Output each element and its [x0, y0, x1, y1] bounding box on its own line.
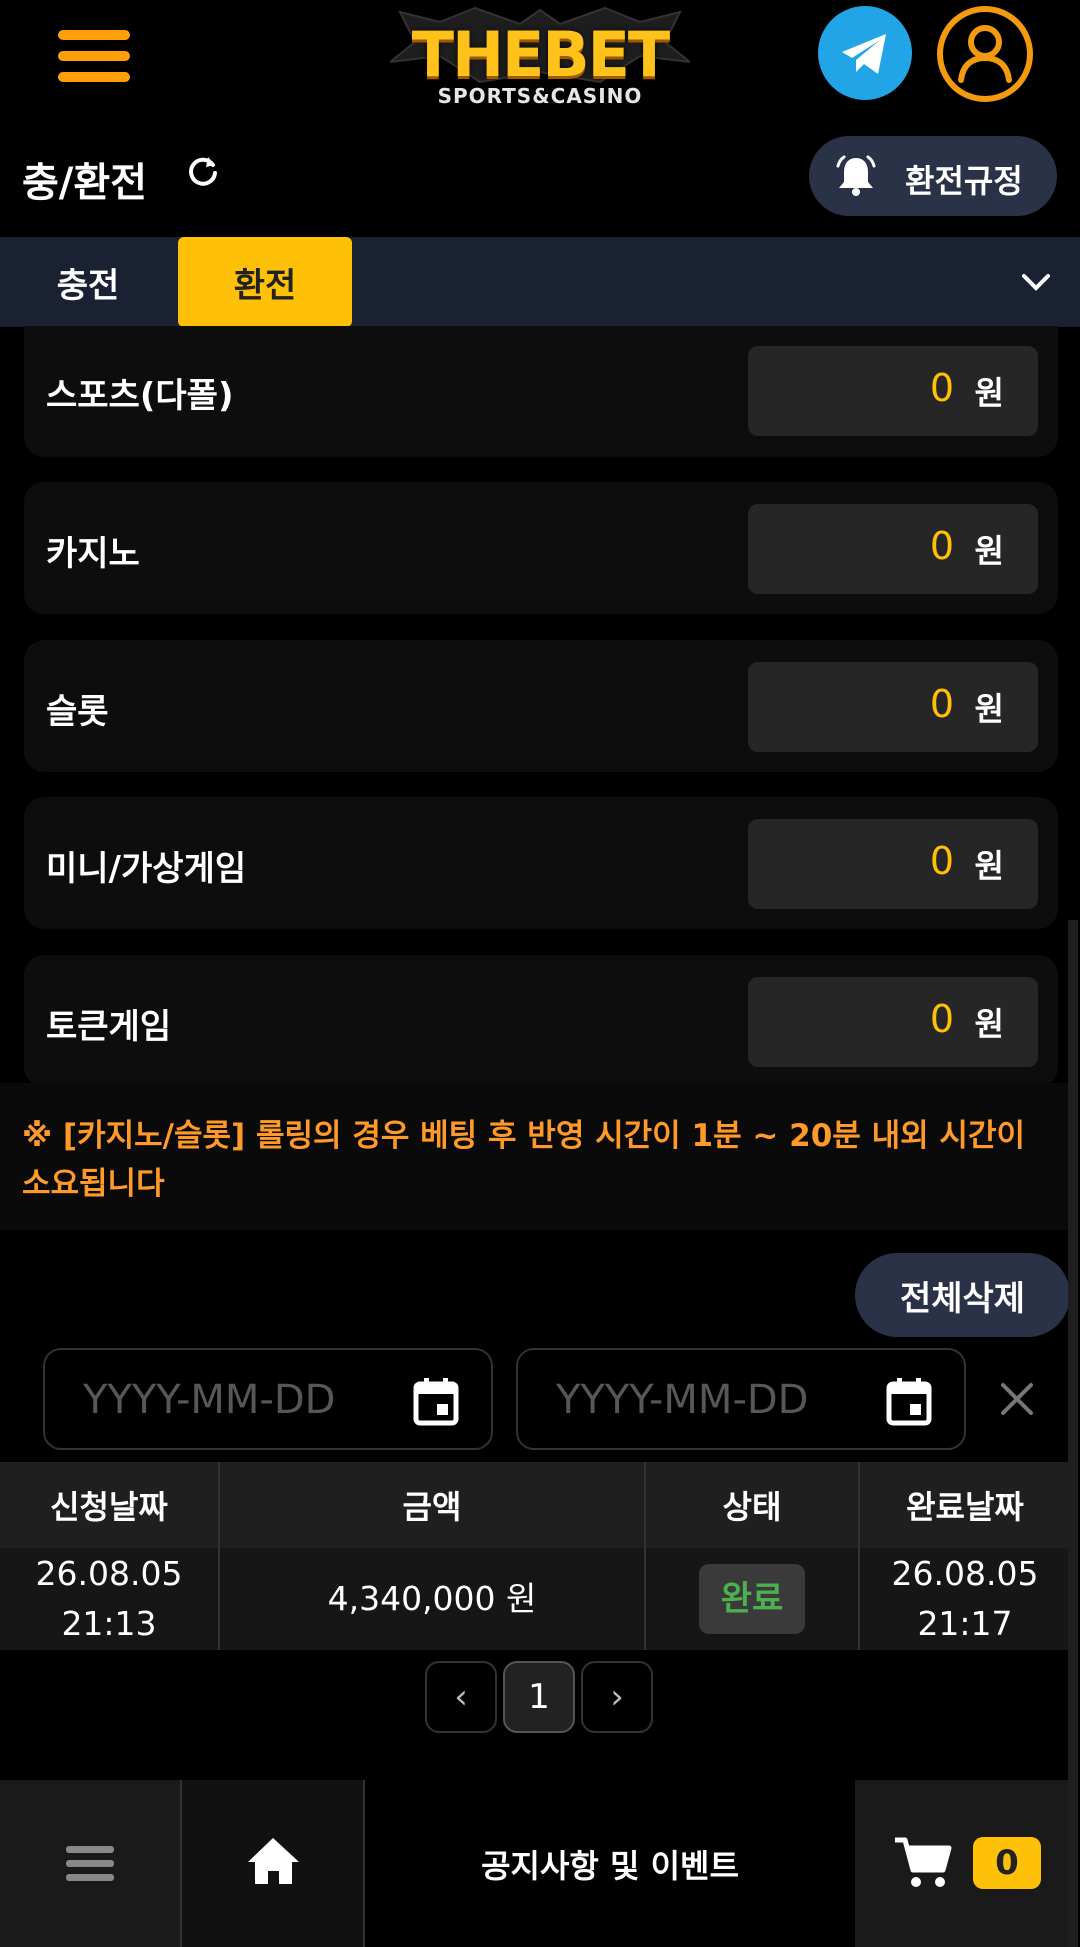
end-date-input[interactable]: [556, 1372, 856, 1428]
balance-row-label: 카지노: [46, 534, 140, 574]
tab-bar: 충전 환전: [0, 237, 1080, 327]
delete-all-button[interactable]: 전체삭제: [855, 1253, 1070, 1337]
hamburger-menu-icon[interactable]: [58, 30, 130, 82]
balance-amount-field: 0 원: [748, 977, 1038, 1067]
currency-unit: 원: [974, 374, 1004, 412]
currency-unit: 원: [974, 847, 1004, 885]
withdraw-rules-label: 환전규정: [905, 162, 1023, 200]
balance-value: 0: [929, 524, 954, 568]
balance-amount-field: 0 원: [748, 662, 1038, 752]
prev-page-button[interactable]: ‹: [425, 1661, 497, 1733]
chevron-down-icon[interactable]: [1018, 267, 1054, 297]
balance-value: 0: [929, 839, 954, 883]
balance-row-mini-game: 미니/가상게임 0 원: [24, 797, 1058, 929]
header: THEBET SPORTS&CASINO: [0, 0, 1080, 110]
balance-row-slot: 슬롯 0 원: [24, 640, 1058, 772]
currency-unit: 원: [974, 690, 1004, 728]
cart-count-badge: 0: [973, 1837, 1041, 1889]
tab-withdraw[interactable]: 환전: [178, 237, 352, 327]
telegram-icon: [842, 34, 886, 74]
status-cell: 완료: [646, 1548, 860, 1650]
header-request-date: 신청날짜: [0, 1462, 220, 1548]
balance-row-sports: 스포츠(다폴) 0 원: [24, 326, 1058, 457]
home-icon: [248, 1838, 299, 1884]
table-header: 신청날짜 금액 상태 완료날짜: [0, 1462, 1070, 1548]
withdraw-rules-button[interactable]: 환전규정: [809, 136, 1057, 216]
cart-icon: [895, 1837, 952, 1887]
menu-icon: [66, 1846, 114, 1881]
complete-datetime-cell: 26.08.05 21:17: [860, 1548, 1070, 1650]
currency-unit: 원: [974, 532, 1004, 570]
balance-row-label: 토큰게임: [46, 1007, 172, 1047]
balance-value: 0: [929, 366, 954, 410]
page-title: 충/환전: [22, 160, 148, 206]
calendar-icon[interactable]: [886, 1376, 932, 1426]
balance-amount-field: 0 원: [748, 346, 1038, 436]
request-date: 26.08.05: [35, 1554, 183, 1593]
scrollbar[interactable]: [1068, 920, 1078, 1947]
end-date-field[interactable]: [516, 1348, 966, 1450]
user-account-button[interactable]: [937, 6, 1033, 102]
status-badge: 완료: [698, 1564, 806, 1634]
header-amount: 금액: [220, 1462, 646, 1548]
balance-amount-field: 0 원: [748, 819, 1038, 909]
bet-cart-button[interactable]: 0: [855, 1780, 1068, 1947]
logo-subtitle: SPORTS&CASINO: [437, 84, 643, 108]
home-button[interactable]: [182, 1780, 365, 1947]
balance-row-label: 미니/가상게임: [46, 849, 247, 889]
rolling-notice: ※ [카지노/슬롯] 롤링의 경우 베팅 후 반영 시간이 1분 ~ 20분 내…: [22, 1118, 1025, 1202]
logo[interactable]: THEBET SPORTS&CASINO: [390, 2, 690, 110]
telegram-button[interactable]: [818, 6, 912, 100]
calendar-icon[interactable]: [413, 1376, 459, 1426]
currency-unit: 원: [974, 1005, 1004, 1043]
clear-date-icon[interactable]: [998, 1380, 1036, 1418]
start-date-field[interactable]: [43, 1348, 493, 1450]
bottom-menu-button[interactable]: [0, 1780, 182, 1947]
balance-row-casino: 카지노 0 원: [24, 482, 1058, 614]
request-time: 21:13: [61, 1604, 157, 1643]
refresh-icon[interactable]: [186, 153, 220, 187]
tab-deposit[interactable]: 충전: [0, 237, 176, 327]
bell-icon: [836, 155, 876, 196]
logo-text: THEBET: [411, 18, 670, 91]
balance-amount-field: 0 원: [748, 504, 1038, 594]
complete-date: 26.08.05: [891, 1554, 1039, 1593]
bottom-nav: 공지사항 및 이벤트 0: [0, 1780, 1068, 1947]
balance-value: 0: [929, 682, 954, 726]
header-complete-date: 완료날짜: [906, 1488, 1024, 1526]
amount-cell: 4,340,000 원: [220, 1548, 646, 1650]
table-row: 26.08.05 21:13 4,340,000 원 완료 26.08.05 2…: [0, 1548, 1070, 1650]
header-status: 상태: [646, 1462, 860, 1548]
balance-row-token-game: 토큰게임 0 원: [24, 955, 1058, 1087]
balance-row-label: 스포츠(다폴): [46, 376, 234, 416]
request-datetime-cell: 26.08.05 21:13: [0, 1548, 220, 1650]
user-icon: [958, 25, 1012, 83]
start-date-input[interactable]: [83, 1372, 383, 1428]
notice-event-button[interactable]: 공지사항 및 이벤트: [365, 1780, 855, 1947]
complete-time: 21:17: [917, 1604, 1013, 1643]
balance-row-label: 슬롯: [46, 692, 109, 732]
next-page-button[interactable]: ›: [581, 1661, 653, 1733]
balance-value: 0: [929, 997, 954, 1041]
page-number-button[interactable]: 1: [503, 1661, 575, 1733]
